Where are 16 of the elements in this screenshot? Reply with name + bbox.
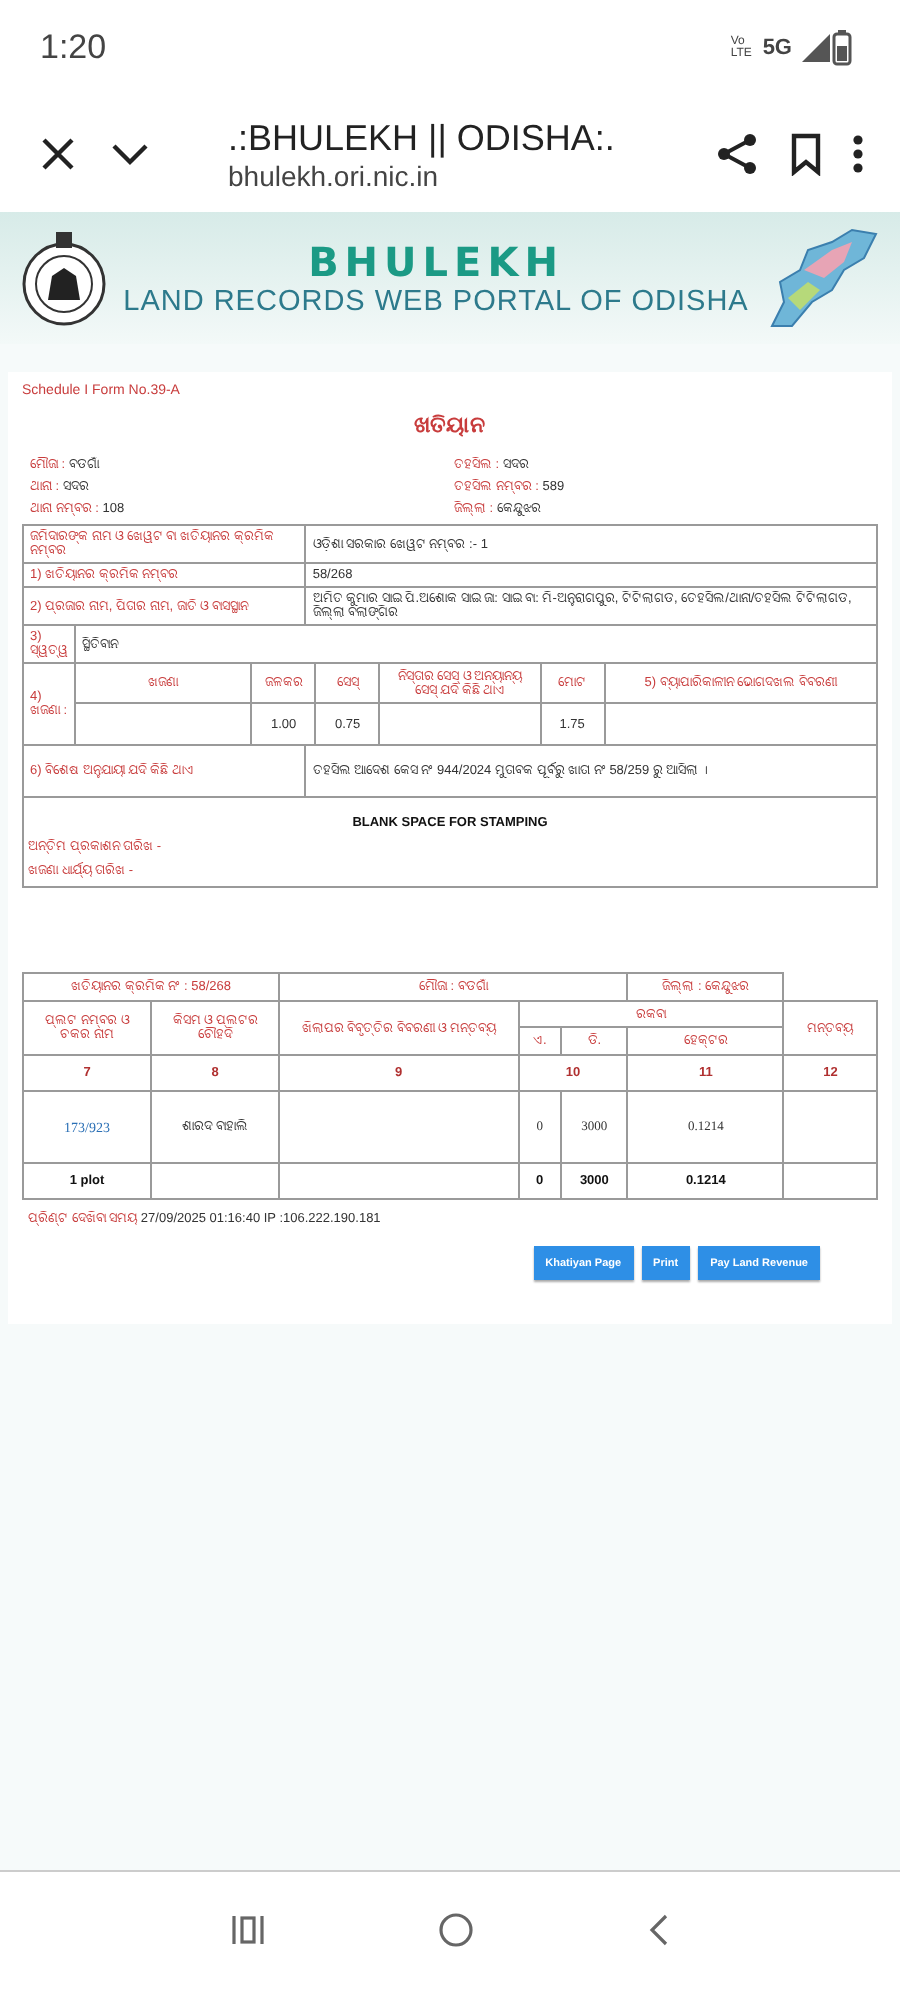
emblem-icon bbox=[20, 228, 108, 328]
back-icon[interactable] bbox=[646, 1912, 670, 1948]
home-icon[interactable] bbox=[438, 1912, 474, 1948]
clock: 1:20 bbox=[40, 28, 107, 68]
battery-icon bbox=[832, 30, 852, 66]
document-title: ଖତିୟାନ bbox=[414, 414, 486, 438]
page-title: .:BHULEKH || ODISHA:. bbox=[228, 117, 617, 159]
bookmark-icon[interactable] bbox=[788, 132, 824, 176]
site-subtitle: LAND RECORDS WEB PORTAL OF ODISHA bbox=[123, 286, 749, 318]
share-icon[interactable] bbox=[716, 132, 760, 176]
site-logo: BHULEKH bbox=[308, 238, 564, 286]
signal-icon bbox=[800, 32, 832, 64]
network-type: 5G bbox=[762, 36, 792, 60]
page-url: bhulekh.ori.nic.in bbox=[228, 159, 441, 191]
more-options-icon[interactable] bbox=[852, 132, 864, 176]
recent-apps-icon[interactable] bbox=[230, 1914, 266, 1946]
